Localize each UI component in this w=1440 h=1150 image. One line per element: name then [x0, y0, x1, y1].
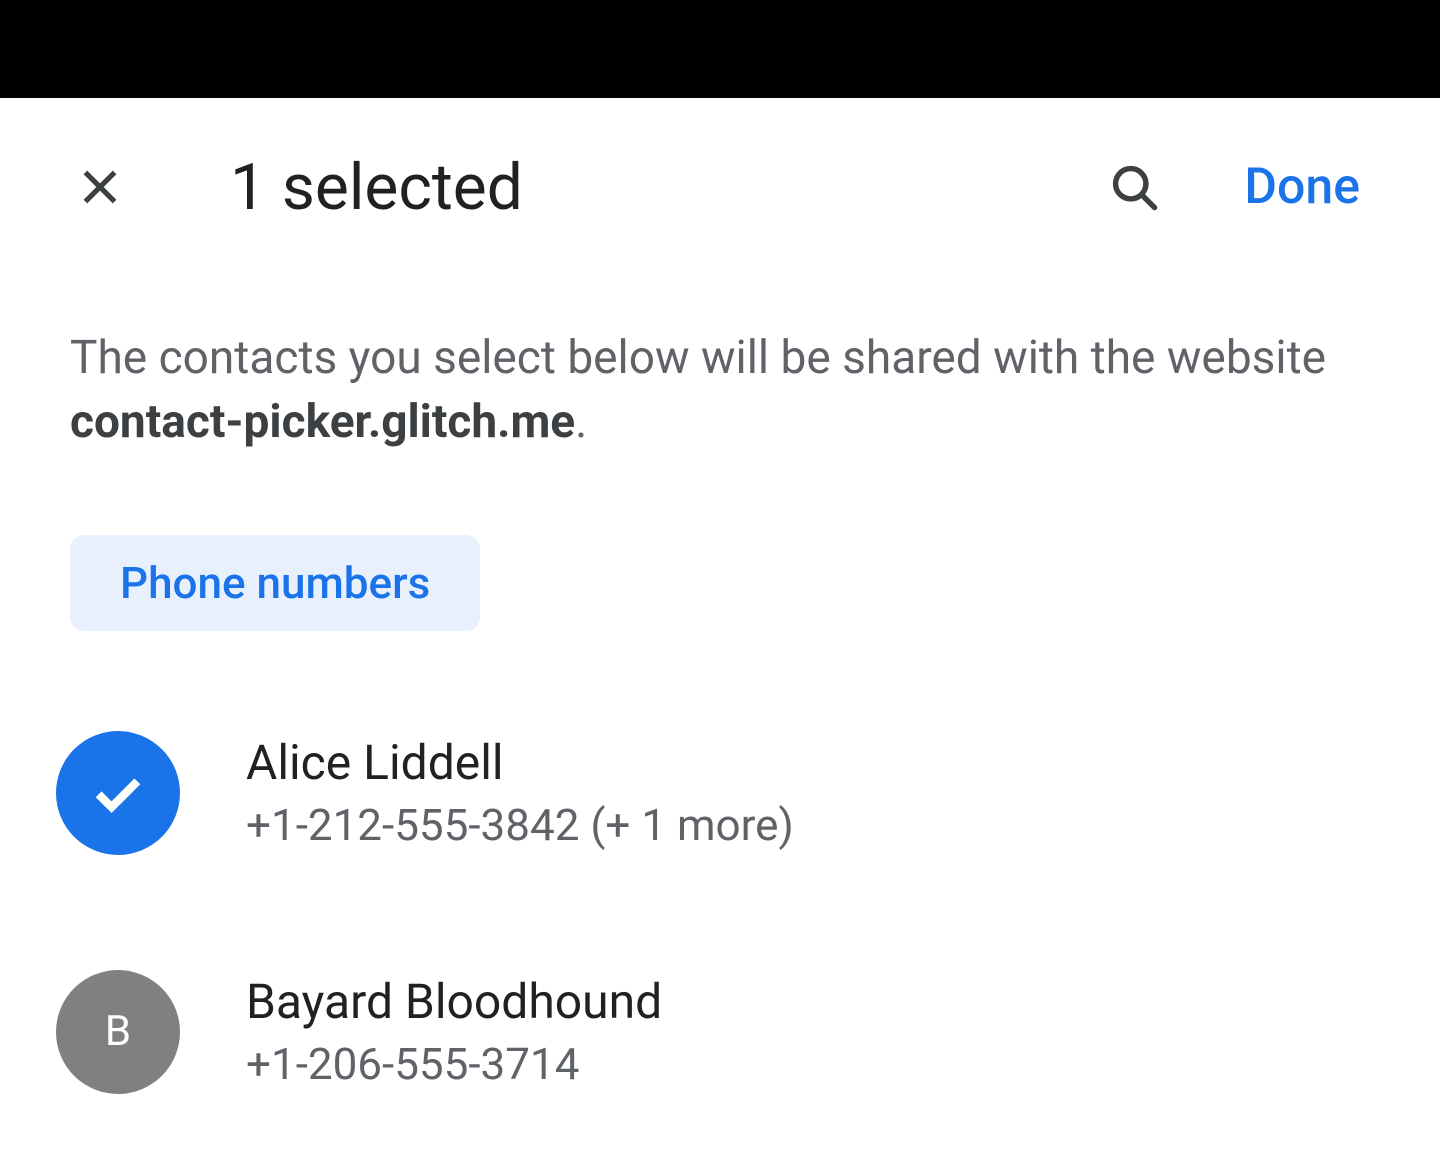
contact-item[interactable]: B Bayard Bloodhound +1-206-555-3714: [56, 940, 1380, 1124]
description-website: contact-picker.glitch.me: [70, 395, 575, 449]
search-icon: [1108, 161, 1160, 213]
contact-info: Bayard Bloodhound +1-206-555-3714: [246, 973, 662, 1090]
contact-detail: +1-212-555-3842 (+ 1 more): [246, 799, 794, 851]
filter-chip-phone-numbers[interactable]: Phone numbers: [70, 535, 480, 631]
close-button[interactable]: [70, 157, 130, 217]
contact-name: Bayard Bloodhound: [246, 973, 662, 1030]
contact-avatar-unselected: B: [56, 970, 180, 1094]
picker-content: 1 selected Done The contacts you select …: [0, 98, 1440, 1124]
selection-count-title: 1 selected: [230, 150, 1104, 225]
header: 1 selected Done: [0, 98, 1440, 246]
description-suffix: .: [575, 395, 587, 449]
status-bar: [0, 0, 1440, 98]
check-icon: [87, 762, 149, 824]
share-description: The contacts you select below will be sh…: [0, 246, 1440, 485]
done-button[interactable]: Done: [1224, 148, 1380, 226]
search-button[interactable]: [1104, 157, 1164, 217]
contact-avatar-selected: [56, 731, 180, 855]
contact-name: Alice Liddell: [246, 734, 794, 791]
contact-detail: +1-206-555-3714: [246, 1038, 662, 1090]
close-icon: [75, 162, 125, 212]
contact-list: Alice Liddell +1-212-555-3842 (+ 1 more)…: [0, 631, 1440, 1124]
contact-item[interactable]: Alice Liddell +1-212-555-3842 (+ 1 more): [56, 701, 1380, 885]
description-prefix: The contacts you select below will be sh…: [70, 331, 1326, 385]
contact-info: Alice Liddell +1-212-555-3842 (+ 1 more): [246, 734, 794, 851]
